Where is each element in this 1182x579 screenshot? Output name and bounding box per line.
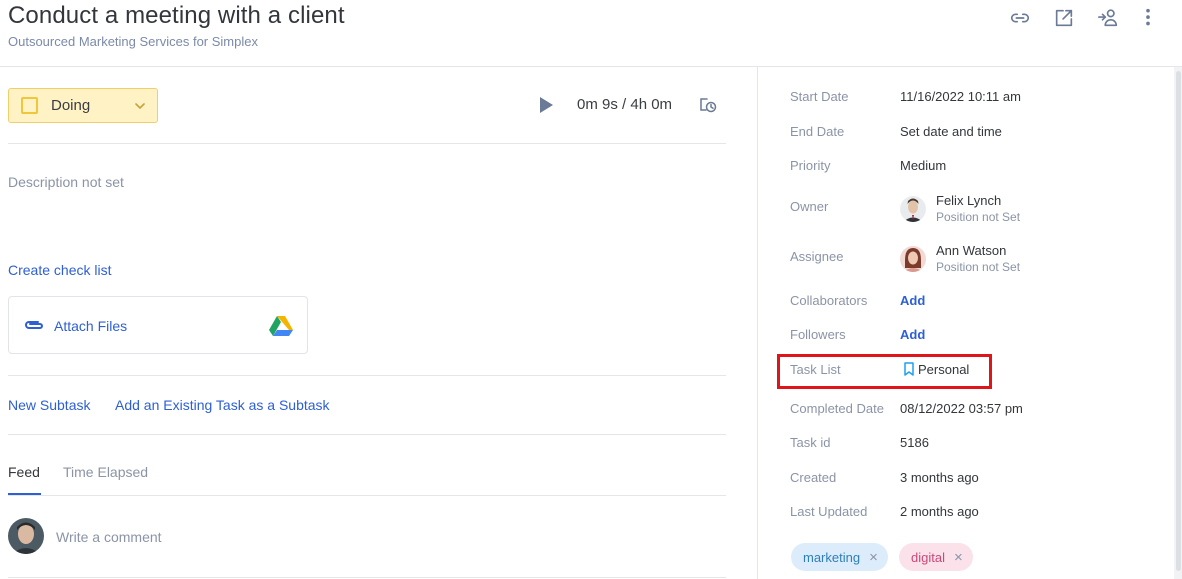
last-updated-value: 2 months ago — [900, 504, 979, 519]
task-details-pane: Start Date 11/16/2022 10:11 am End Date … — [758, 67, 1182, 579]
link-icon[interactable] — [1008, 6, 1032, 30]
tag-label: marketing — [803, 549, 861, 565]
avatar — [900, 246, 926, 272]
remove-tag-icon[interactable]: × — [869, 550, 878, 565]
tab-time-elapsed[interactable]: Time Elapsed — [63, 464, 148, 480]
task-main-pane: Doing 0m 9s / 4h 0m Description not set … — [0, 67, 757, 579]
tab-feed[interactable]: Feed — [8, 464, 40, 480]
divider — [8, 375, 726, 376]
assign-user-icon[interactable] — [1096, 6, 1120, 30]
completed-date-label: Completed Date — [790, 401, 884, 416]
new-subtask-link[interactable]: New Subtask — [8, 397, 90, 413]
assignee-position: Position not Set — [936, 260, 1021, 274]
owner-name: Felix Lynch — [936, 193, 1002, 208]
last-updated-label: Last Updated — [790, 504, 868, 519]
scrollbar-thumb[interactable] — [1176, 71, 1181, 571]
status-dropdown[interactable]: Doing — [8, 88, 158, 123]
google-drive-icon[interactable] — [269, 315, 293, 336]
status-color-box — [21, 97, 38, 114]
add-collaborator-link[interactable]: Add — [900, 293, 925, 308]
attach-files-label: Attach Files — [54, 318, 128, 334]
avatar — [8, 518, 44, 554]
open-external-icon[interactable] — [1052, 6, 1076, 30]
status-label: Doing — [51, 97, 91, 114]
task-list-label: Task List — [790, 362, 841, 377]
divider — [8, 434, 726, 435]
priority-label: Priority — [790, 158, 831, 173]
avatar — [900, 196, 926, 222]
tag-digital[interactable]: digital × — [899, 543, 973, 571]
created-label: Created — [790, 470, 837, 485]
attach-files-button[interactable]: Attach Files — [8, 296, 308, 354]
start-date-label: Start Date — [790, 89, 849, 104]
task-id-value: 5186 — [900, 435, 929, 450]
tag-marketing[interactable]: marketing × — [791, 543, 888, 571]
end-date-label: End Date — [790, 124, 845, 139]
followers-label: Followers — [790, 327, 846, 342]
divider — [8, 495, 726, 496]
assignee-label: Assignee — [790, 249, 844, 264]
completed-date-value: 08/12/2022 03:57 pm — [900, 401, 1023, 416]
bookmark-icon — [904, 362, 914, 376]
priority-value[interactable]: Medium — [900, 158, 946, 173]
start-date-value[interactable]: 11/16/2022 10:11 am — [900, 89, 1021, 104]
task-title[interactable]: Conduct a meeting with a client — [8, 2, 345, 30]
scrollbar[interactable] — [1174, 67, 1182, 579]
collaborators-label: Collaborators — [790, 293, 868, 308]
owner-label: Owner — [790, 199, 829, 214]
tag-label: digital — [911, 549, 945, 565]
timer-display: 0m 9s / 4h 0m — [577, 96, 673, 113]
time-log-icon[interactable] — [698, 95, 718, 115]
created-value: 3 months ago — [900, 470, 979, 485]
task-id-label: Task id — [790, 435, 831, 450]
divider — [8, 577, 726, 578]
comment-input[interactable]: Write a comment — [56, 529, 162, 545]
remove-tag-icon[interactable]: × — [954, 550, 963, 565]
assignee-name: Ann Watson — [936, 243, 1007, 258]
add-follower-link[interactable]: Add — [900, 327, 925, 342]
divider — [8, 143, 726, 144]
project-name[interactable]: Outsourced Marketing Services for Simple… — [8, 34, 258, 49]
owner-position: Position not Set — [936, 210, 1021, 224]
create-checklist-link[interactable]: Create check list — [8, 262, 111, 278]
task-list-value[interactable]: Personal — [918, 362, 969, 377]
description-field[interactable]: Description not set — [8, 174, 124, 190]
end-date-value[interactable]: Set date and time — [900, 124, 1002, 139]
more-vertical-icon[interactable] — [1136, 6, 1160, 30]
chevron-down-icon — [135, 103, 145, 110]
play-icon[interactable] — [538, 96, 554, 114]
paperclip-icon — [25, 321, 43, 329]
task-header: Conduct a meeting with a client Outsourc… — [0, 0, 1182, 67]
add-existing-subtask-link[interactable]: Add an Existing Task as a Subtask — [115, 397, 330, 413]
